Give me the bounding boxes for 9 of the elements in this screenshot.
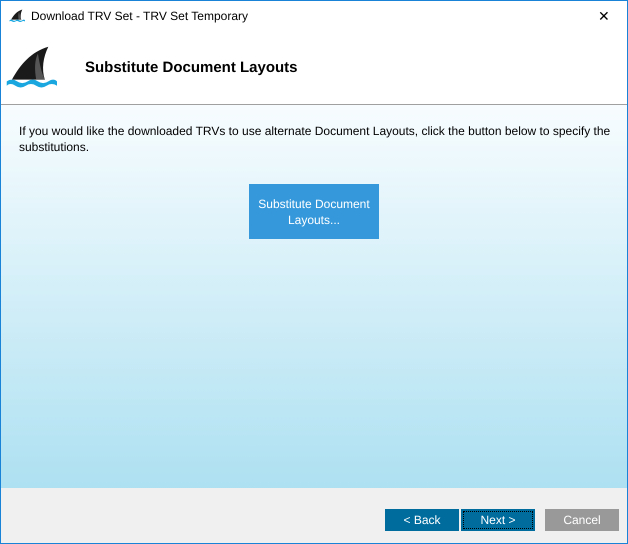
wizard-button[interactable]: < Back <box>385 508 459 530</box>
header-title: Substitute Document Layouts <box>85 59 298 76</box>
fin-icon <box>9 9 25 23</box>
fin-logo-icon <box>5 45 57 90</box>
wizard-button[interactable]: Next > <box>461 508 535 530</box>
instruction-text: If you would like the downloaded TRVs to use alternate Document Layouts, click the button below to specify the substitutions. <box>19 123 611 155</box>
window-title: Download TRV Set - TRV Set Temporary <box>31 9 249 23</box>
close-button[interactable]: ✕ <box>589 2 619 30</box>
substitute-button[interactable]: Substitute Document Layouts... <box>249 184 379 239</box>
